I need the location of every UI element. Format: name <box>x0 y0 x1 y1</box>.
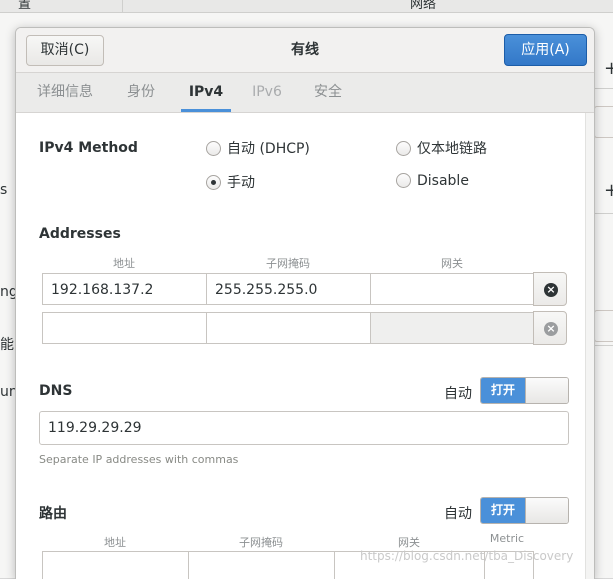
radio-disable-indicator[interactable] <box>396 173 411 188</box>
radio-dhcp-indicator[interactable] <box>206 141 221 156</box>
background-settings-button[interactable] <box>594 106 613 138</box>
addresses-label: Addresses <box>39 226 121 242</box>
ipv4-settings-panel: IPv4 Method 自动 (DHCP) 仅本地链路 手动 Disable A… <box>16 113 584 579</box>
address-input[interactable]: 192.168.137.2 <box>42 273 207 305</box>
dialog-titlebar: 有线 取消(C) 应用(A) <box>16 28 594 73</box>
dns-toggle-knob[interactable] <box>525 378 568 403</box>
routes-auto-toggle[interactable]: 打开 <box>480 497 569 524</box>
background-separator <box>594 213 613 214</box>
tab-ipv6[interactable]: IPv6 <box>248 73 286 112</box>
tab-bar: 详细信息 身份 IPv4 IPv6 安全 <box>16 73 594 113</box>
tab-ipv4[interactable]: IPv4 <box>181 73 231 112</box>
tab-details[interactable]: 详细信息 <box>31 73 99 112</box>
background-side-text: s <box>0 182 8 198</box>
netmask-column-header: 子网掩码 <box>266 257 310 270</box>
netmask-input[interactable]: 255.255.255.0 <box>206 273 371 305</box>
route-gateway-column-header: 网关 <box>398 536 420 549</box>
background-side-text: 能 <box>0 337 14 353</box>
gateway-input[interactable] <box>370 312 534 344</box>
routes-auto-label: 自动 <box>444 506 472 522</box>
radio-link-local-label: 仅本地链路 <box>417 141 487 157</box>
delete-address-button[interactable]: × <box>533 311 567 345</box>
route-netmask-column-header: 子网掩码 <box>239 536 283 549</box>
wired-connection-dialog: 有线 取消(C) 应用(A) 详细信息 身份 IPv4 IPv6 安全 IPv4… <box>15 27 595 579</box>
routes-label: 路由 <box>39 506 67 522</box>
route-metric-column-header: Metric <box>489 532 525 545</box>
delete-address-button[interactable]: × <box>533 272 567 306</box>
watermark: https://blog.csdn.net/tba_Discovery <box>360 549 574 563</box>
radio-dhcp-label: 自动 (DHCP) <box>227 141 310 157</box>
close-circle-icon: × <box>544 322 558 336</box>
route-address-input[interactable] <box>42 551 189 579</box>
background-separator <box>594 88 613 89</box>
radio-manual-indicator[interactable] <box>206 175 221 190</box>
radio-manual-label: 手动 <box>227 175 255 191</box>
dns-label: DNS <box>39 383 73 399</box>
ipv4-method-label: IPv4 Method <box>39 140 138 156</box>
netmask-input[interactable] <box>206 312 371 344</box>
apply-button[interactable]: 应用(A) <box>504 34 587 66</box>
address-column-header: 地址 <box>113 257 135 270</box>
dns-auto-label: 自动 <box>444 386 472 402</box>
scrollbar[interactable] <box>585 113 594 579</box>
background-header-right: 网络 <box>410 0 437 12</box>
background-header: 置 网络 <box>0 0 613 13</box>
radio-link-local-indicator[interactable] <box>396 141 411 156</box>
dns-auto-toggle[interactable]: 打开 <box>480 377 569 404</box>
background-add-icon[interactable]: + <box>604 180 613 201</box>
dns-hint: Separate IP addresses with commas <box>39 453 239 466</box>
tab-identity[interactable]: 身份 <box>123 73 159 112</box>
radio-disable-label: Disable <box>417 173 469 189</box>
dns-toggle-on-label: 打开 <box>481 378 525 403</box>
close-circle-icon: × <box>544 283 558 297</box>
routes-toggle-on-label: 打开 <box>481 498 525 523</box>
address-input[interactable] <box>42 312 207 344</box>
background-header-left: 置 <box>18 0 32 12</box>
background-add-icon[interactable]: + <box>604 58 613 79</box>
gateway-input[interactable] <box>370 273 534 305</box>
background-settings-button[interactable] <box>594 310 613 342</box>
routes-toggle-knob[interactable] <box>525 498 568 523</box>
dns-input[interactable]: 119.29.29.29 <box>39 411 569 445</box>
cancel-button[interactable]: 取消(C) <box>26 35 104 66</box>
gateway-column-header: 网关 <box>441 257 463 270</box>
tab-security[interactable]: 安全 <box>310 73 346 112</box>
background-divider <box>122 0 123 12</box>
route-netmask-input[interactable] <box>188 551 335 579</box>
background-separator <box>594 345 613 346</box>
route-address-column-header: 地址 <box>104 536 126 549</box>
